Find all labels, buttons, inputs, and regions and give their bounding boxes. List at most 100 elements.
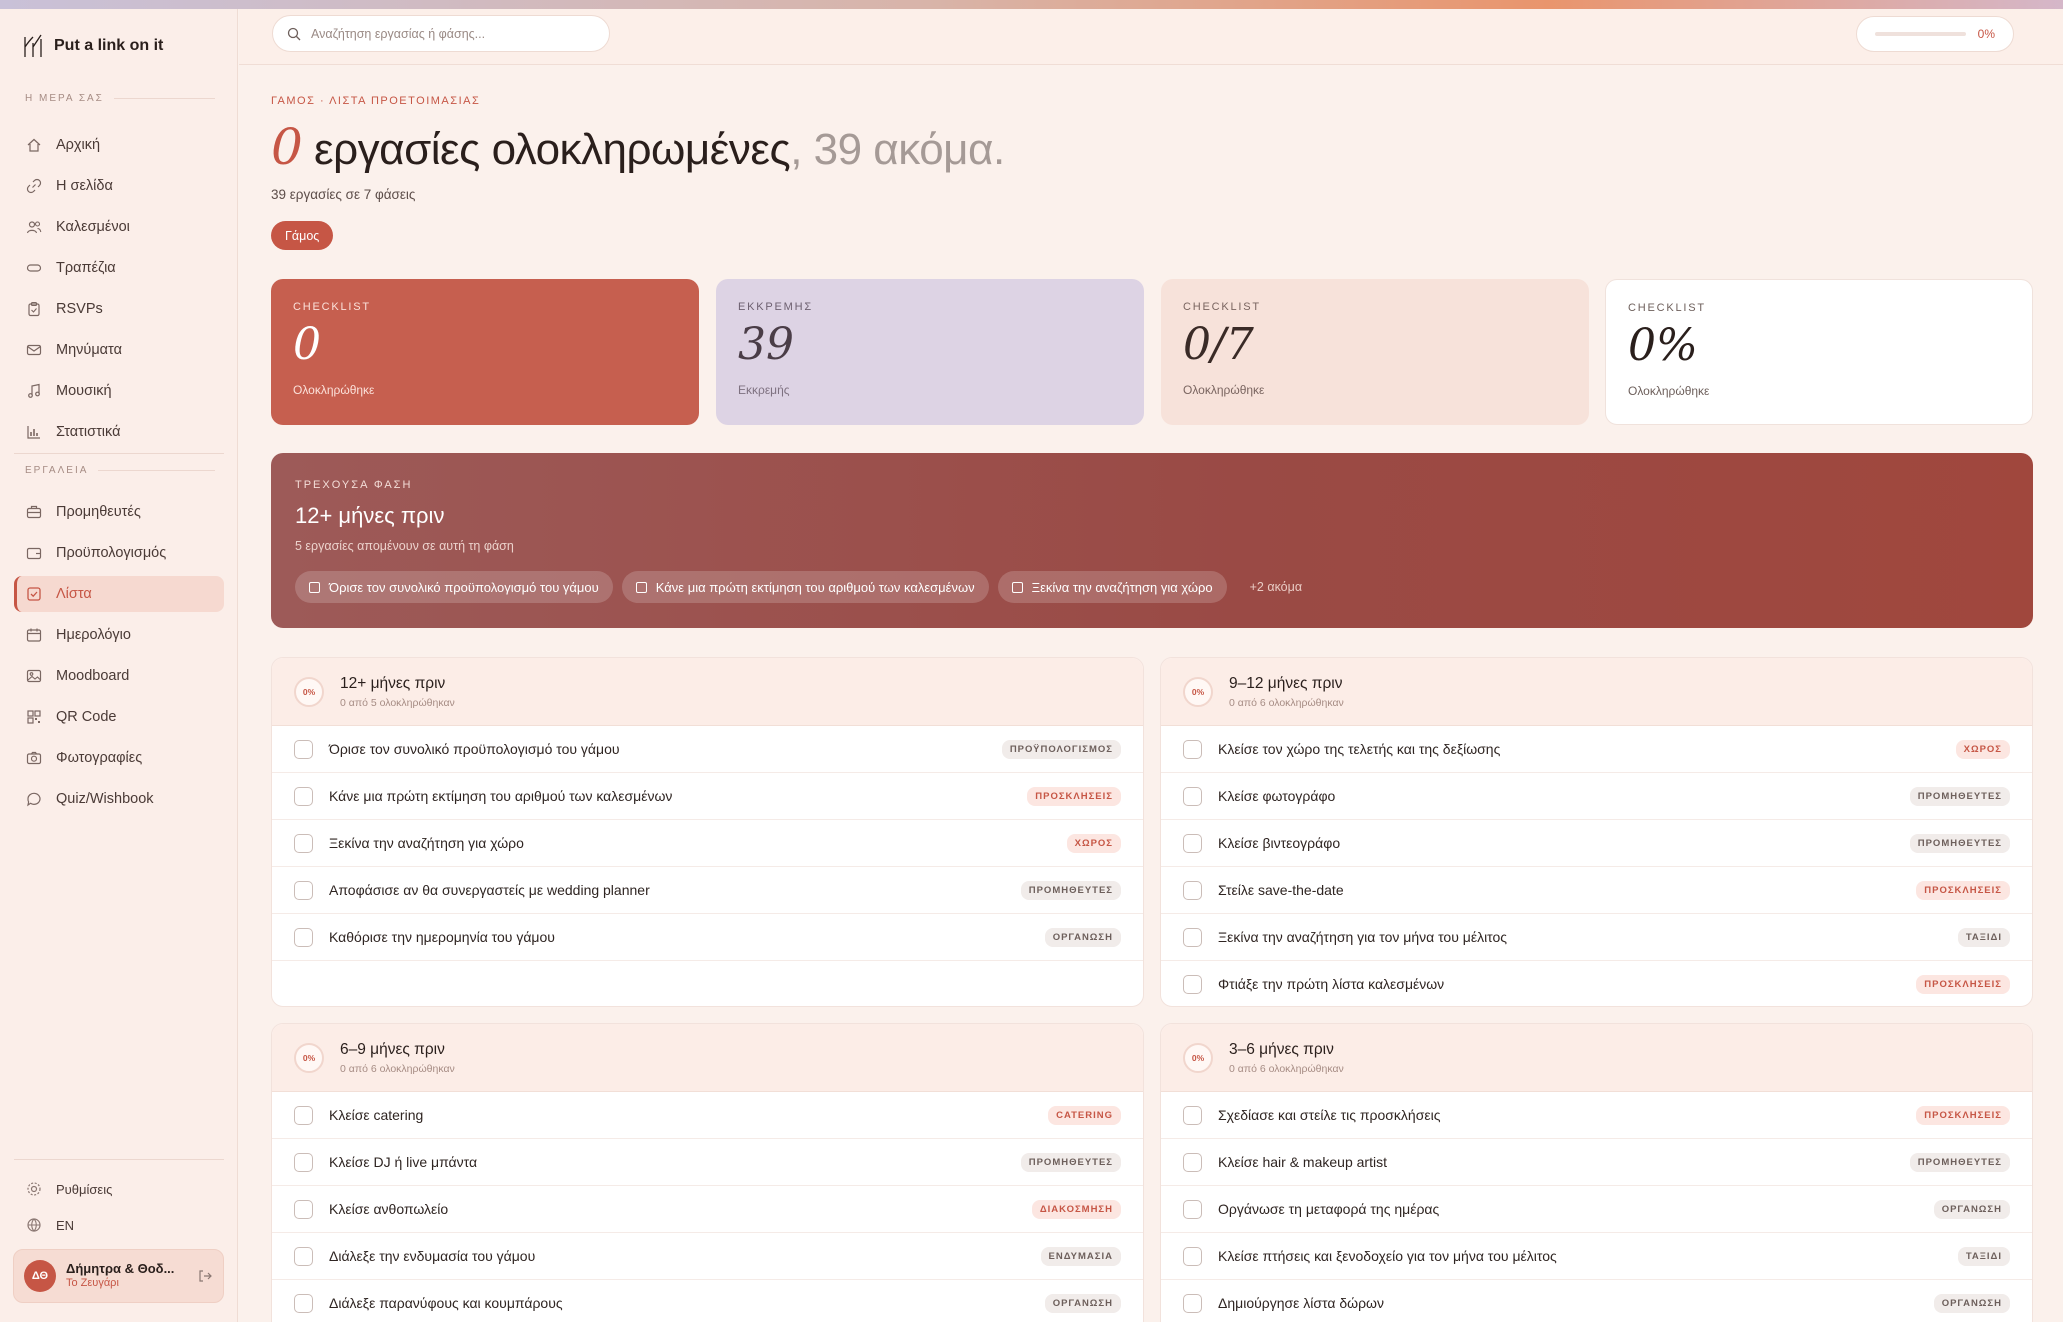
task-checkbox[interactable] xyxy=(1183,739,1202,759)
task-row[interactable]: Διάλεξε την ενδυμασία του γάμου ΕΝΔΥΜΑΣΙΑ xyxy=(272,1233,1143,1280)
sidebar-item-home[interactable]: Αρχική xyxy=(14,127,224,163)
search-box[interactable] xyxy=(272,15,610,52)
category-tag: ΠΡΟΣΚΛΗΣΕΙΣ xyxy=(1916,1105,2010,1125)
task-checkbox[interactable] xyxy=(1183,1246,1202,1266)
task-title: Φτιάξε την πρώτη λίστα καλεσμένων xyxy=(1218,976,1445,992)
language-switch[interactable]: EN xyxy=(14,1207,224,1243)
task-title: Κλείσε πτήσεις και ξενοδοχείο για τον μή… xyxy=(1218,1248,1557,1264)
stat-value: 0/7 xyxy=(1183,319,1254,370)
search-input[interactable] xyxy=(311,26,591,41)
phase-title: 12+ μήνες πριν xyxy=(340,674,446,692)
task-row[interactable]: Κλείσε ανθοπωλείο ΔΙΑΚΟΣΜΗΣΗ xyxy=(272,1186,1143,1233)
filter-chip-wedding[interactable]: Γάμος xyxy=(271,221,334,250)
task-row[interactable]: Κλείσε φωτογράφο ΠΡΟΜΗΘΕΥΤΕΣ xyxy=(1161,773,2032,820)
task-title: Όρισε τον συνολικό προϋπολογισμό του γάμ… xyxy=(329,741,620,757)
task-row[interactable]: Κλείσε πτήσεις και ξενοδοχείο για τον μή… xyxy=(1161,1233,2032,1280)
brand[interactable]: Put a link on it xyxy=(22,33,163,59)
sidebar-item-clipboard[interactable]: RSVPs xyxy=(14,291,224,327)
current-phase-task-chip[interactable]: Ξεκίνα την αναζήτηση για χώρο xyxy=(997,571,1227,603)
task-row[interactable]: Ξεκίνα την αναζήτηση για χώρο ΧΩΡΟΣ xyxy=(272,820,1143,867)
task-row[interactable]: Κλείσε βιντεογράφο ΠΡΟΜΗΘΕΥΤΕΣ xyxy=(1161,820,2032,867)
sidebar-item-music[interactable]: Μουσική xyxy=(14,373,224,409)
task-row[interactable]: Κλείσε τον χώρο της τελετής και της δεξί… xyxy=(1161,726,2032,773)
task-row[interactable]: Κλείσε catering CATERING xyxy=(272,1092,1143,1139)
phase-header[interactable]: 0% 12+ μήνες πριν 0 από 5 ολοκληρώθηκαν xyxy=(272,658,1143,726)
task-row[interactable]: Οργάνωσε τη μεταφορά της ημέρας ΟΡΓΑΝΩΣΗ xyxy=(1161,1186,2032,1233)
sidebar-item-mail[interactable]: Μηνύματα xyxy=(14,332,224,368)
stat-label: CHECKLIST xyxy=(1183,301,1261,313)
category-tag: ΤΑΞΙΔΙ xyxy=(1957,927,2010,947)
task-row[interactable]: Διάλεξε παρανύφους και κουμπάρους ΟΡΓΑΝΩΣ… xyxy=(272,1280,1143,1322)
current-phase-task-chip[interactable]: Όρισε τον συνολικό προϋπολογισμό του γάμ… xyxy=(295,571,613,603)
sidebar-item-checklist[interactable]: Λίστα xyxy=(14,576,224,612)
phase-header[interactable]: 0% 6–9 μήνες πριν 0 από 6 ολοκληρώθηκαν xyxy=(272,1024,1143,1092)
search-icon xyxy=(287,27,301,40)
sidebar-item-label: Μουσική xyxy=(56,383,112,399)
task-row[interactable]: Κάνε μια πρώτη εκτίμηση του αριθμού των … xyxy=(272,773,1143,820)
sidebar-item-calendar[interactable]: Ημερολόγιο xyxy=(14,617,224,653)
sidebar-item-label: Quiz/Wishbook xyxy=(56,791,154,807)
task-checkbox[interactable] xyxy=(294,833,313,853)
phase-count: 0 από 6 ολοκληρώθηκαν xyxy=(1229,1062,1344,1075)
task-checkbox[interactable] xyxy=(294,1199,313,1219)
task-row[interactable]: Καθόρισε την ημερομηνία του γάμου ΟΡΓΑΝΩΣ… xyxy=(272,914,1143,961)
logout-icon[interactable] xyxy=(197,1268,213,1284)
task-checkbox[interactable] xyxy=(1183,786,1202,806)
sidebar-item-camera[interactable]: Φωτογραφίες xyxy=(14,740,224,776)
sidebar-item-image[interactable]: Moodboard xyxy=(14,658,224,694)
chart-icon xyxy=(26,424,42,440)
sidebar-item-users[interactable]: Καλεσμένοι xyxy=(14,209,224,245)
task-checkbox[interactable] xyxy=(1183,1199,1202,1219)
task-row[interactable]: Στείλε save-the-date ΠΡΟΣΚΛΗΣΕΙΣ xyxy=(1161,867,2032,914)
task-title: Στείλε save-the-date xyxy=(1218,882,1344,898)
task-row[interactable]: Όρισε τον συνολικό προϋπολογισμό του γάμ… xyxy=(272,726,1143,773)
sidebar-item-briefcase[interactable]: Προμηθευτές xyxy=(14,494,224,530)
task-checkbox[interactable] xyxy=(294,927,313,947)
task-row[interactable]: Κλείσε hair & makeup artist ΠΡΟΜΗΘΕΥΤΕΣ xyxy=(1161,1139,2032,1186)
task-row[interactable]: Ξεκίνα την αναζήτηση για τον μήνα του μέ… xyxy=(1161,914,2032,961)
sidebar-item-wallet[interactable]: Προϋπολογισμός xyxy=(14,535,224,571)
task-checkbox[interactable] xyxy=(1183,1152,1202,1172)
task-row[interactable]: Δημιούργησε λίστα δώρων ΟΡΓΑΝΩΣΗ xyxy=(1161,1280,2032,1322)
task-checkbox[interactable] xyxy=(1183,974,1202,994)
category-tag: ΠΡΟΣΚΛΗΣΕΙΣ xyxy=(1916,974,2010,994)
more-tasks-link[interactable]: +2 ακόμα xyxy=(1250,580,1302,594)
phase-card: 0% 12+ μήνες πριν 0 από 5 ολοκληρώθηκαν Όρι… xyxy=(271,657,1144,1007)
phase-header[interactable]: 0% 3–6 μήνες πριν 0 από 6 ολοκληρώθηκαν xyxy=(1161,1024,2032,1092)
task-checkbox[interactable] xyxy=(294,1293,313,1313)
phase-card: 0% 9–12 μήνες πριν 0 από 6 ολοκληρώθηκαν Κλ… xyxy=(1160,657,2033,1007)
sidebar-item-label: Στατιστικά xyxy=(56,424,121,440)
stat-label: ΕΚΚΡΕΜΗΣ xyxy=(738,301,813,313)
task-checkbox[interactable] xyxy=(1183,1105,1202,1125)
task-checkbox[interactable] xyxy=(1183,1293,1202,1313)
task-row[interactable]: Αποφάσισε αν θα συνεργαστείς με wedding … xyxy=(272,867,1143,914)
settings-link[interactable]: Ρυθμίσεις xyxy=(14,1171,224,1207)
task-checkbox[interactable] xyxy=(294,1246,313,1266)
task-row[interactable]: Φτιάξε την πρώτη λίστα καλεσμένων ΠΡΟΣΚΛΗ… xyxy=(1161,961,2032,1006)
current-phase-task-chip[interactable]: Κάνε μια πρώτη εκτίμηση του αριθμού των … xyxy=(621,571,989,603)
phase-header[interactable]: 0% 9–12 μήνες πριν 0 από 6 ολοκληρώθηκαν xyxy=(1161,658,2032,726)
task-row[interactable]: Κλείσε DJ ή live μπάντα ΠΡΟΜΗΘΕΥΤΕΣ xyxy=(272,1139,1143,1186)
user-card[interactable]: ΔΘ Δήμητρα & Θοδ... Το Ζευγάρι xyxy=(13,1249,224,1303)
sidebar-item-link[interactable]: Η σελίδα xyxy=(14,168,224,204)
task-checkbox[interactable] xyxy=(294,786,313,806)
task-checkbox[interactable] xyxy=(294,739,313,759)
task-title: Ξεκίνα την αναζήτηση για χώρο xyxy=(329,835,524,851)
task-checkbox[interactable] xyxy=(294,880,313,900)
sidebar-item-qr[interactable]: QR Code xyxy=(14,699,224,735)
task-checkbox[interactable] xyxy=(294,1152,313,1172)
sidebar-item-chat[interactable]: Quiz/Wishbook xyxy=(14,781,224,817)
task-title: Κλείσε βιντεογράφο xyxy=(1218,835,1341,851)
category-tag: ΔΙΑΚΟΣΜΗΣΗ xyxy=(1031,1199,1121,1219)
task-row[interactable]: Σχεδίασε και στείλε τις προσκλήσεις ΠΡΟΣΚ… xyxy=(1161,1092,2032,1139)
stat-value: 39 xyxy=(738,319,794,370)
task-checkbox[interactable] xyxy=(1183,927,1202,947)
brand-logo-icon xyxy=(24,34,42,57)
sidebar-item-chart[interactable]: Στατιστικά xyxy=(14,414,224,450)
title-remaining: , 39 ακόμα. xyxy=(790,125,1005,174)
task-checkbox[interactable] xyxy=(294,1105,313,1125)
task-checkbox[interactable] xyxy=(1183,833,1202,853)
sidebar-item-table[interactable]: Τραπέζια xyxy=(14,250,224,286)
task-checkbox[interactable] xyxy=(1183,880,1202,900)
category-tag: ΠΡΟΜΗΘΕΥΤΕΣ xyxy=(1909,1152,2010,1172)
